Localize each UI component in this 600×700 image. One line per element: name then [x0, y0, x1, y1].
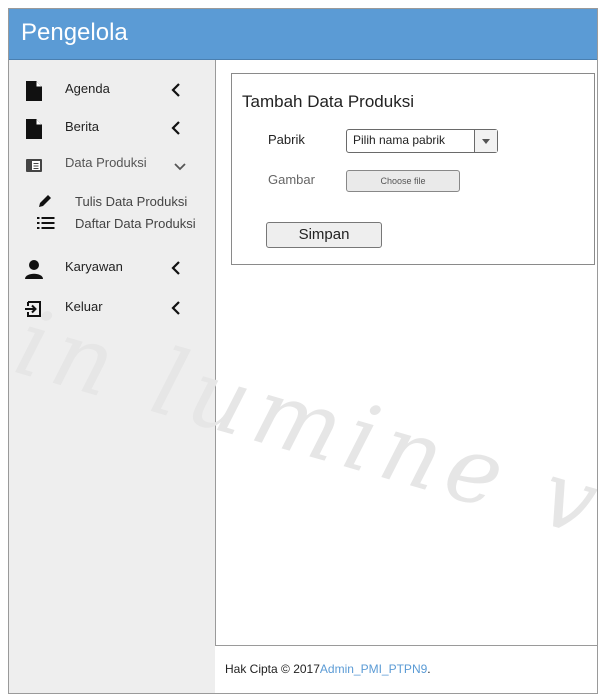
choose-file-button[interactable]: Choose file [346, 170, 460, 192]
document-icon [26, 81, 42, 101]
pabrik-select[interactable]: Pilih nama pabrik [346, 129, 498, 153]
sidebar-item-agenda[interactable]: Agenda [9, 78, 215, 104]
app-header: Pengelola [9, 9, 597, 60]
chevron-left-icon [171, 261, 180, 275]
footer: Hak Cipta © 2017Admin_PMI_PTPN9. [215, 645, 597, 693]
copyright-text: Hak Cipta © 2017 [225, 662, 320, 676]
save-button[interactable]: Simpan [266, 222, 382, 248]
sidebar: Agenda Berita Data Produksi Tulis Data P… [9, 60, 216, 693]
user-icon [25, 260, 43, 279]
sidebar-subitem-tulis-data-produksi[interactable]: Tulis Data Produksi [9, 192, 215, 212]
sidebar-subitem-label: Daftar Data Produksi [75, 216, 196, 231]
sidebar-item-karyawan[interactable]: Karyawan [9, 256, 215, 282]
chevron-down-icon [174, 163, 186, 171]
pencil-icon [39, 195, 51, 207]
sidebar-subitem-daftar-data-produksi[interactable]: Daftar Data Produksi [9, 214, 215, 234]
sidebar-item-label: Karyawan [65, 259, 123, 274]
pabrik-select-value: Pilih nama pabrik [353, 133, 446, 147]
app-frame: Pengelola Agenda Berita Data Produksi Tu… [8, 8, 598, 694]
footer-text: Hak Cipta © 2017Admin_PMI_PTPN9. [225, 662, 431, 676]
sidebar-item-label: Keluar [65, 299, 103, 314]
sidebar-subitem-label: Tulis Data Produksi [75, 194, 188, 209]
app-title: Pengelola [21, 19, 128, 46]
logout-icon [25, 301, 41, 317]
form-title: Tambah Data Produksi [242, 92, 414, 111]
sidebar-item-label: Berita [65, 119, 99, 134]
book-icon [26, 159, 42, 172]
list-icon [37, 217, 55, 229]
chevron-left-icon [171, 83, 180, 97]
form-card: Tambah Data Produksi Pabrik Pilih nama p… [231, 73, 595, 265]
sidebar-item-label: Agenda [65, 81, 110, 96]
chevron-left-icon [171, 301, 180, 315]
pabrik-label: Pabrik [268, 132, 305, 147]
dropdown-arrow-icon [474, 130, 497, 152]
sidebar-item-label: Data Produksi [65, 155, 147, 170]
gambar-label: Gambar [268, 172, 315, 187]
footer-suffix: . [427, 662, 431, 676]
sidebar-item-berita[interactable]: Berita [9, 116, 215, 142]
footer-brand-link[interactable]: Admin_PMI_PTPN9 [320, 662, 427, 676]
sidebar-item-keluar[interactable]: Keluar [9, 296, 215, 322]
document-icon [26, 119, 42, 139]
chevron-left-icon [171, 121, 180, 135]
sidebar-item-data-produksi[interactable]: Data Produksi [9, 152, 215, 178]
